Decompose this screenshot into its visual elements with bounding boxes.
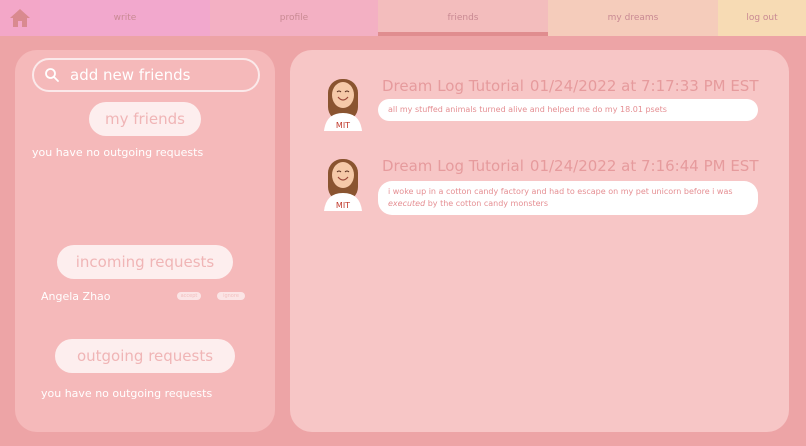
my-friends-status-text: you have no outgoing requests bbox=[32, 146, 204, 159]
search-box bbox=[32, 58, 260, 92]
search-icon bbox=[34, 60, 70, 90]
entry-header: Dream Log Tutorial 01/24/2022 at 7:17:33 … bbox=[382, 77, 758, 95]
ignore-request-button[interactable]: ignore bbox=[217, 292, 245, 300]
avatar-label: MIT bbox=[336, 121, 350, 130]
entry-author[interactable]: Dream Log Tutorial bbox=[382, 77, 524, 95]
search-input[interactable] bbox=[70, 66, 250, 84]
top-nav: write profile friends my dreams log out bbox=[0, 0, 806, 36]
avatar: MIT bbox=[324, 79, 362, 131]
entry-timestamp: 01/24/2022 at 7:16:44 PM EST bbox=[529, 157, 759, 175]
dream-entry: MIT Dream Log Tutorial 01/24/2022 at 7:16… bbox=[318, 155, 778, 217]
tab-my-dreams[interactable]: my dreams bbox=[548, 0, 718, 36]
incoming-request-row: Angela Zhao accept ignore bbox=[41, 288, 261, 304]
home-icon bbox=[10, 9, 30, 27]
entry-text-emphasis: executed bbox=[388, 199, 426, 208]
accept-request-button[interactable]: accept bbox=[177, 292, 201, 300]
incoming-requests-button[interactable]: incoming requests bbox=[57, 245, 233, 279]
home-button[interactable] bbox=[0, 0, 40, 36]
entry-timestamp: 01/24/2022 at 7:17:33 PM EST bbox=[529, 77, 759, 95]
tab-profile[interactable]: profile bbox=[210, 0, 378, 36]
friends-panel: my friends you have no outgoing requests… bbox=[15, 50, 275, 432]
entry-text-part: by the cotton candy monsters bbox=[425, 199, 548, 208]
entry-author[interactable]: Dream Log Tutorial bbox=[382, 157, 524, 175]
tab-friends[interactable]: friends bbox=[378, 0, 548, 36]
tab-log-out[interactable]: log out bbox=[718, 0, 806, 36]
avatar-label: MIT bbox=[336, 201, 350, 210]
dream-entry: MIT Dream Log Tutorial 01/24/2022 at 7:17… bbox=[318, 75, 778, 137]
my-friends-button[interactable]: my friends bbox=[89, 102, 201, 136]
dream-feed-panel: MIT Dream Log Tutorial 01/24/2022 at 7:17… bbox=[290, 50, 789, 432]
request-name: Angela Zhao bbox=[41, 289, 111, 303]
outgoing-status-text: you have no outgoing requests bbox=[41, 387, 213, 400]
entry-text: i woke up in a cotton candy factory and … bbox=[378, 181, 758, 215]
avatar: MIT bbox=[324, 159, 362, 211]
tab-write[interactable]: write bbox=[40, 0, 210, 36]
entry-header: Dream Log Tutorial 01/24/2022 at 7:16:44 … bbox=[382, 157, 758, 175]
outgoing-requests-button[interactable]: outgoing requests bbox=[55, 339, 235, 373]
entry-text-part: i woke up in a cotton candy factory and … bbox=[388, 187, 733, 196]
entry-text: all my stuffed animals turned alive and … bbox=[378, 99, 758, 121]
